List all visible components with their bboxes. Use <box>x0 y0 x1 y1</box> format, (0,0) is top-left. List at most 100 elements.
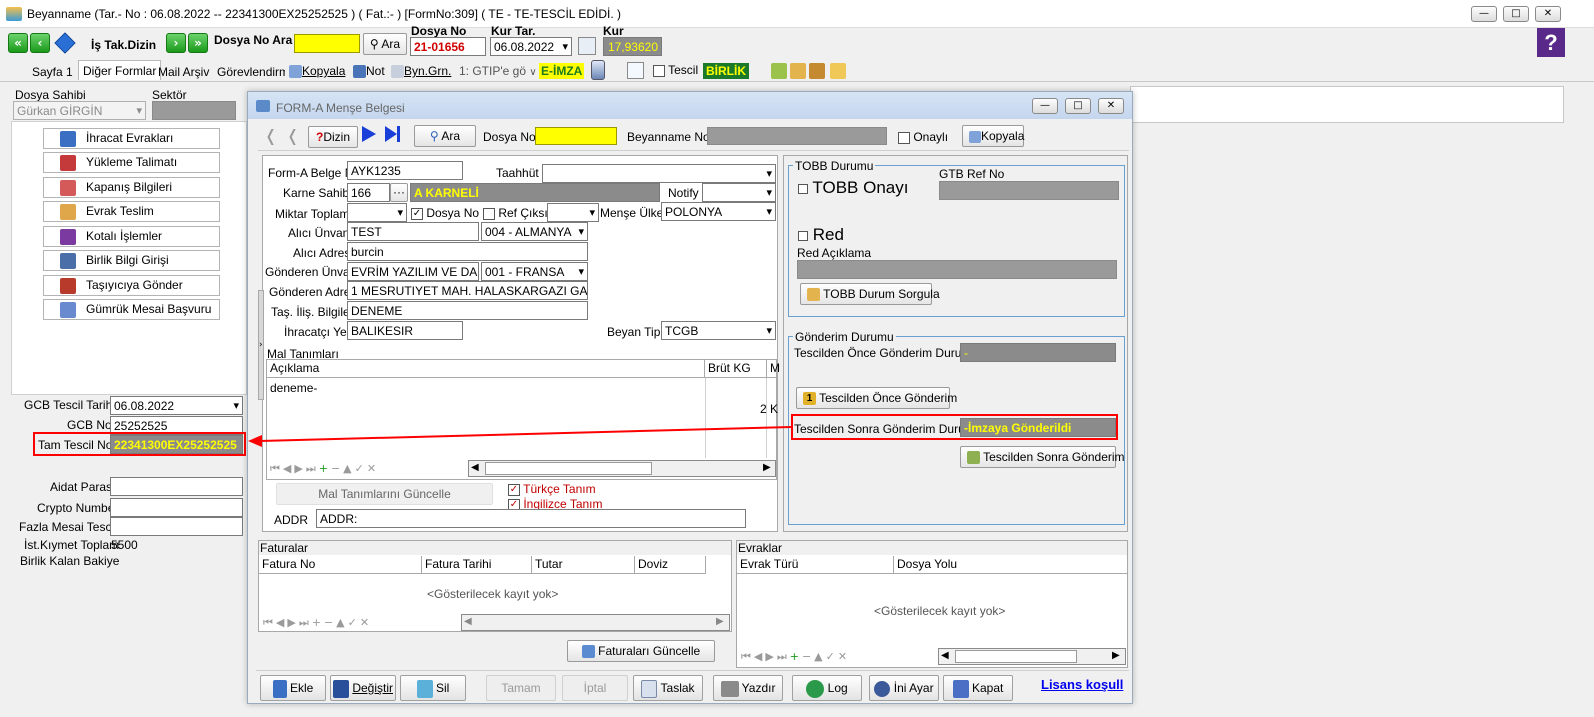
alici-adres-input[interactable]: burcin <box>347 242 588 261</box>
mense-ulke-select[interactable]: POLONYA <box>661 202 776 221</box>
zoom-icon[interactable] <box>627 62 644 79</box>
gtb-ref-no-input[interactable] <box>939 181 1119 200</box>
sidebar-item-ihracat-evraklari[interactable]: İhracat Evrakları <box>43 128 220 149</box>
sidebar-item-birlik-bilgi-girisi[interactable]: Birlik Bilgi Girişi <box>43 250 220 271</box>
sidebar-item-kapanis-bilgileri[interactable]: Kapanış Bilgileri <box>43 177 220 198</box>
col-brut-kg[interactable]: Brüt KG <box>705 360 767 377</box>
ref-ciksin-check-box[interactable] <box>483 207 495 220</box>
info-diamond-icon[interactable] <box>54 32 76 54</box>
tab-sayfa1[interactable]: Sayfa 1 <box>28 62 77 82</box>
calendar-icon[interactable] <box>578 37 596 55</box>
scroll-right-icon[interactable]: ▶ <box>763 462 771 473</box>
fatura-scroll-left-icon[interactable]: ◀ <box>464 616 472 627</box>
back-arrow-icon[interactable]: ❬ <box>264 126 277 145</box>
mal-tanimlarini-guncelle-button[interactable]: Mal Tanımlarını Güncelle <box>276 483 493 505</box>
kapat-button[interactable]: Kapat <box>943 675 1013 701</box>
back-step-icon[interactable]: ❬ <box>286 126 299 145</box>
alici-unvan-input[interactable]: TEST <box>347 222 479 241</box>
help-icon[interactable]: ? <box>1537 28 1565 57</box>
first-record-button[interactable]: « <box>8 33 28 53</box>
beyanname-no-input[interactable] <box>707 127 887 145</box>
sidebar-item-kotali-islemler[interactable]: Kotalı İşlemler <box>43 226 220 247</box>
col-aciklama[interactable]: Açıklama <box>267 360 705 377</box>
byn-grn-tab-button[interactable]: Byn.Grn. <box>391 61 451 81</box>
dizin-button[interactable]: ?Dizin <box>308 126 358 148</box>
tescilden-sonra-value[interactable]: -İmzaya Gönderildi <box>960 418 1116 437</box>
dosya-sahibi-select[interactable]: Gürkan GİRGİN <box>13 101 146 120</box>
turkce-tanim-checkbox[interactable]: ✓ Türkçe Tanım <box>508 482 596 496</box>
dialog-dosya-no-input[interactable] <box>535 127 617 145</box>
evrak-scroll-thumb[interactable] <box>955 650 1077 663</box>
ref-ciksin-select[interactable] <box>547 203 599 222</box>
mal-grid-hscroll[interactable]: ◀ ▶ <box>468 460 776 477</box>
col-evrak-turu[interactable]: Evrak Türü <box>737 556 894 573</box>
kur-tar-select[interactable]: 06.08.2022 <box>490 37 572 56</box>
onayli-checkbox[interactable]: Onaylı <box>898 130 948 144</box>
ini-ayar-button[interactable]: İni Ayar <box>869 675 939 701</box>
tescilden-once-value[interactable]: - <box>960 343 1116 362</box>
e-imza-button[interactable]: E-İMZA <box>539 63 585 79</box>
minimize-button[interactable]: — <box>1471 6 1497 22</box>
col-fatura-tarihi[interactable]: Fatura Tarihi <box>422 556 532 573</box>
folder-icon[interactable] <box>830 63 846 79</box>
fatura-scroll-right-icon[interactable]: ▶ <box>716 616 724 627</box>
prev-record-button[interactable]: ‹ <box>30 33 50 53</box>
dosya-no-header-value[interactable]: 21-01656 <box>410 37 486 56</box>
sil-button[interactable]: Sil <box>400 675 466 701</box>
usb-token-icon[interactable] <box>591 60 605 80</box>
yazdir-button[interactable]: Yazdır <box>713 675 783 701</box>
mal-scroll-thumb[interactable] <box>485 462 652 475</box>
mal-row-aciklama[interactable]: deneme- <box>270 381 317 395</box>
gonderen-ulke-select[interactable]: 001 - FRANSA <box>481 262 588 281</box>
sidebar-item-yukleme-talimati[interactable]: Yükleme Talimatı <box>43 152 220 173</box>
ekle-button[interactable]: Ekle <box>260 675 326 701</box>
form-a-belge-no-input[interactable]: AYK1235 <box>347 161 463 180</box>
folder-users-icon[interactable] <box>809 63 825 79</box>
red-checkbox[interactable]: Red <box>798 225 844 245</box>
gtip-select[interactable]: 1: GTIP'e gö ∨ <box>459 62 537 80</box>
fazla-mesai-input[interactable] <box>110 517 243 536</box>
red-aciklama-input[interactable] <box>797 260 1117 279</box>
last-record-button[interactable]: » <box>188 33 208 53</box>
kur-value[interactable]: 17,93620 <box>603 37 662 56</box>
folder-up-icon[interactable] <box>771 63 787 79</box>
notify-select[interactable] <box>702 183 776 202</box>
taahhut-select[interactable] <box>542 164 776 183</box>
col-doviz[interactable]: Doviz <box>635 556 706 573</box>
tescilden-once-gonderim-button[interactable]: 1 Tescilden Önce Gönderim <box>796 387 957 409</box>
lisans-kosullari-link[interactable]: Lisans koşull <box>1041 677 1123 692</box>
evrak-scroll-left-icon[interactable]: ◀ <box>941 650 949 661</box>
evraklar-grid-navigator[interactable]: ⏮◀▶⏭+−▲✓✕ <box>741 650 850 664</box>
sidebar-item-evrak-teslim[interactable]: Evrak Teslim <box>43 201 220 222</box>
tescil-checkbox[interactable]: Tescil <box>653 63 698 77</box>
alici-ulke-select[interactable]: 004 - ALMANYA <box>481 222 588 241</box>
iptal-button[interactable]: İptal <box>562 675 628 701</box>
col-m[interactable]: M <box>767 360 780 377</box>
crypto-number-input[interactable] <box>110 498 243 517</box>
miktar-toplami-select[interactable] <box>347 203 407 222</box>
close-button[interactable]: ✕ <box>1535 6 1561 22</box>
evraklar-hscroll[interactable]: ◀ ▶ <box>938 648 1126 665</box>
play-forward-icon[interactable] <box>362 126 376 142</box>
dosya-no-check-box[interactable]: ✓ <box>411 207 423 220</box>
karne-sahibi-code[interactable]: 166 <box>347 183 390 202</box>
gonderen-adres-input[interactable]: 1 MESRUTIYET MAH. HALASKARGAZI GAZI ETH <box>347 281 588 300</box>
col-dosya-yolu[interactable]: Dosya Yolu <box>894 556 1127 573</box>
col-tutar[interactable]: Tutar <box>532 556 635 573</box>
red-check-box[interactable] <box>798 230 808 241</box>
tobb-durum-sorgula-button[interactable]: TOBB Durum Sorgula <box>800 283 940 305</box>
sidebar-item-tasiyiciya-gonder[interactable]: Taşıyıcıya Gönder <box>43 275 220 296</box>
dialog-close-button[interactable]: ✕ <box>1098 98 1124 114</box>
addr-input[interactable]: ADDR: <box>316 509 746 528</box>
turkce-tanim-check-box[interactable]: ✓ <box>508 483 520 496</box>
birlik-button[interactable]: BİRLİK <box>703 63 749 79</box>
tobb-onayi-check-box[interactable] <box>798 183 808 194</box>
dialog-ara-button[interactable]: ⚲ Ara <box>414 125 476 147</box>
faturalari-guncelle-button[interactable]: Faturaları Güncelle <box>567 640 715 662</box>
log-button[interactable]: Log <box>792 675 862 701</box>
mal-grid-navigator[interactable]: ⏮◀▶⏭+−▲✓✕ <box>270 462 379 476</box>
beyan-tipi-select[interactable]: TCGB <box>661 321 776 340</box>
degistir-button[interactable]: Değiştir <box>330 675 396 701</box>
dialog-maximize-button[interactable]: □ <box>1065 98 1091 114</box>
scroll-left-icon[interactable]: ◀ <box>471 462 479 473</box>
